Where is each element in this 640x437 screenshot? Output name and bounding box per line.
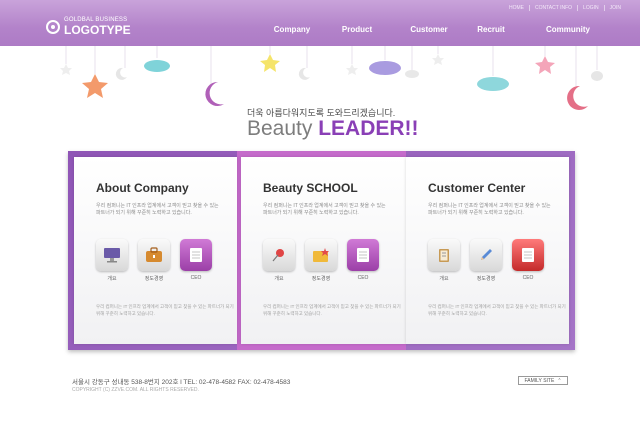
teal-cloud-icon (144, 60, 170, 72)
headline-light-text: Beauty (247, 117, 319, 140)
white-cloud-icon (405, 70, 419, 78)
card-icon-row: 개요 정도경영 CEO (96, 239, 222, 282)
headline-bold-text: LEADER!! (318, 117, 419, 140)
about-company-card: About Company 우리 컴퍼니는 IT 인프라 업계에서 고객이 믿고… (74, 157, 237, 344)
icon-label: 정도경영 (476, 276, 496, 282)
footer-address: 서울시 강동구 성내동 538-8번지 202호 l TEL: 02-478-4… (72, 379, 291, 386)
header-bar: GOLDBAL BUSINESS LOGOTYPE HOME CONTACT I… (0, 0, 640, 46)
card-note: 우리 컴퍼니는 IT 인프라 업계에서 고객이 믿고 찾을 수 있는 파트너가 … (263, 304, 401, 316)
white-star-icon (60, 64, 72, 75)
utility-nav: HOME CONTACT INFO LOGIN JOIN (504, 5, 626, 11)
card-description: 우리 컴퍼니는 IT 인프라 업계에서 고객이 믿고 찾을 수 있는 파트너가 … (428, 203, 551, 216)
icon-label: CEO (522, 275, 534, 281)
util-home-link[interactable]: HOME (504, 5, 529, 11)
nav-community[interactable]: Community (546, 25, 590, 34)
icon-label: 개요 (274, 276, 284, 282)
notebook-icon (180, 239, 212, 271)
util-contact-link[interactable]: CONTACT INFO (529, 5, 577, 11)
ethics-button[interactable]: 정도경영 (305, 239, 337, 282)
white-star-icon (346, 64, 358, 75)
notebook-icon (347, 239, 379, 271)
book-icon (512, 239, 544, 271)
util-login-link[interactable]: LOGIN (577, 5, 604, 11)
icon-label: 정도경영 (311, 276, 331, 282)
pencil-icon (470, 239, 502, 271)
ethics-button[interactable]: 정도경영 (470, 239, 502, 282)
teal-cloud-icon (477, 77, 509, 91)
ceo-button[interactable]: CEO (347, 239, 379, 282)
card-title: Beauty SCHOOL (263, 181, 358, 195)
notepad-icon (428, 239, 460, 271)
card-description: 우리 컴퍼니는 IT 인프라 업계에서 고객이 믿고 찾을 수 있는 파트너가 … (96, 203, 219, 216)
util-join-link[interactable]: JOIN (603, 5, 626, 11)
card-note: 우리 컴퍼니는 IT 인프라 업계에서 고객이 믿고 찾을 수 있는 파트너가 … (96, 304, 234, 316)
logo-title: LOGOTYPE (64, 23, 131, 37)
icon-label: 개요 (439, 276, 449, 282)
ceo-button[interactable]: CEO (180, 239, 212, 282)
pushpin-icon (263, 239, 295, 271)
card-title: About Company (96, 181, 189, 195)
ethics-button[interactable]: 정도경영 (138, 239, 170, 282)
icon-label: CEO (357, 275, 369, 281)
beauty-school-card: Beauty SCHOOL 우리 컴퍼니는 IT 인프라 업계에서 고객이 믿고… (241, 157, 406, 344)
orange-star-icon (82, 74, 108, 98)
customer-center-card: Customer Center 우리 컴퍼니는 IT 인프라 업계에서 고객이 … (406, 157, 569, 344)
pink-star-icon (535, 56, 555, 74)
family-site-label: FAMILY SITE (524, 377, 555, 384)
footer-copyright: COPYRIGHT (C) ZZVE.COM. ALL RIGHTS RESER… (72, 387, 199, 393)
monitor-icon (96, 239, 128, 271)
white-cloud-icon (591, 71, 603, 81)
briefcase-icon (138, 239, 170, 271)
white-moon-icon (115, 67, 127, 80)
icon-label: CEO (190, 275, 202, 281)
nav-product[interactable]: Product (342, 25, 372, 34)
lavender-cloud-icon (369, 61, 401, 75)
family-site-select[interactable]: FAMILY SITE ⌃ (518, 376, 568, 385)
overview-button[interactable]: 개요 (96, 239, 128, 282)
nav-recruit[interactable]: Recruit (477, 25, 505, 34)
white-moon-icon (298, 67, 310, 80)
logo-mark-icon (46, 19, 60, 34)
chevron-up-icon: ⌃ (557, 377, 562, 384)
white-star-icon (432, 54, 444, 65)
pink-moon-icon (567, 85, 588, 110)
logo[interactable]: GOLDBAL BUSINESS LOGOTYPE (46, 17, 131, 36)
purple-moon-icon (205, 81, 224, 106)
card-icon-row: 개요 정도경영 CEO (428, 239, 554, 282)
nav-company[interactable]: Company (274, 25, 310, 34)
overview-button[interactable]: 개요 (428, 239, 460, 282)
overview-button[interactable]: 개요 (263, 239, 295, 282)
card-title: Customer Center (428, 181, 526, 195)
card-description: 우리 컴퍼니는 IT 인프라 업계에서 고객이 믿고 찾을 수 있는 파트너가 … (263, 203, 386, 216)
folder-star-icon (305, 239, 337, 271)
card-icon-row: 개요 정도경영 CEO (263, 239, 389, 282)
hero-headline: Beauty LEADER!! (247, 117, 419, 141)
icon-label: 정도경영 (144, 276, 164, 282)
nav-customer[interactable]: Customer (410, 25, 447, 34)
ceo-button[interactable]: CEO (512, 239, 544, 282)
yellow-star-icon (260, 54, 280, 72)
card-note: 우리 컴퍼니는 IT 인프라 업계에서 고객이 믿고 찾을 수 있는 파트너가 … (428, 304, 566, 316)
icon-label: 개요 (107, 276, 117, 282)
